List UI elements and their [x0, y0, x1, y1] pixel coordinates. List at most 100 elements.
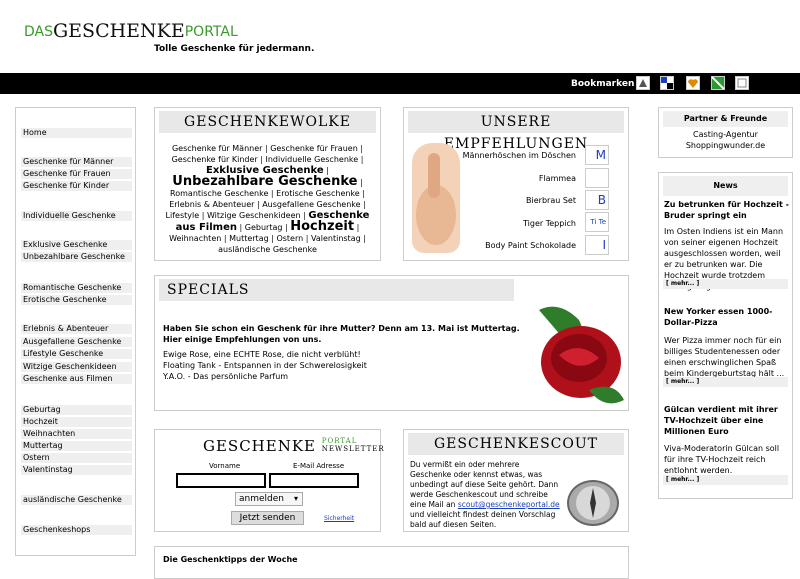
tag-muttertag[interactable]: Muttertag [229, 234, 269, 243]
security-link[interactable]: Sicherheit [324, 515, 354, 522]
product-thumbnail[interactable]: Ti Te [585, 212, 609, 232]
sidebar-item-erlebnis[interactable]: Erlebnis & Abenteuer [21, 324, 132, 334]
news-headline[interactable]: Gülcan verdient mit ihrer TV-Hochzeit üb… [664, 404, 790, 437]
site-logo[interactable]: DASGESCHENKEPORTAL [24, 20, 238, 42]
tag-erlebnis[interactable]: Erlebnis & Abenteuer [169, 200, 254, 209]
news-box: News Zu betrunken für Hochzeit - Bruder … [658, 172, 793, 499]
bookmark-service-5-icon[interactable] [735, 76, 749, 90]
tag-individuelle[interactable]: Individuelle Geschenke [265, 155, 358, 164]
weekly-tips-box: Die Geschenktipps der Woche [154, 546, 629, 579]
logo-das: DAS [24, 24, 53, 40]
product-thumbnail[interactable]: M [585, 145, 609, 165]
firstname-input[interactable] [176, 473, 266, 488]
email-input[interactable] [269, 473, 359, 488]
newsletter-title-newsletter: NEWSLETTER [321, 445, 385, 453]
sidebar-item-kinder[interactable]: Geschenke für Kinder [21, 181, 132, 191]
tag-kinder[interactable]: Geschenke für Kinder [172, 155, 258, 164]
recommendation-item[interactable]: Body Paint Schokolade [485, 241, 576, 250]
scout-box: GESCHENKESCOUT Du vermißt ein oder mehre… [403, 429, 629, 532]
tag-cloud: Geschenke für Männer | Geschenke für Fra… [165, 144, 370, 254]
tag-hochzeit[interactable]: Hochzeit [290, 219, 354, 234]
tag-ausgefallene[interactable]: Ausgefallene Geschenke [262, 200, 360, 209]
news-headline[interactable]: Zu betrunken für Hochzeit - Bruder sprin… [664, 199, 790, 221]
specials-question: Haben Sie schon ein Geschenk für ihre Mu… [163, 324, 520, 333]
tag-erotische[interactable]: Erotische Geschenke [276, 189, 360, 198]
sidebar-item-maenner[interactable]: Geschenke für Männer [21, 157, 132, 167]
sidebar-item-frauen[interactable]: Geschenke für Frauen [21, 169, 132, 179]
sidebar-item-auslaendische[interactable]: ausländische Geschenke [21, 495, 132, 505]
tag-lifestyle[interactable]: Lifestyle [166, 211, 200, 220]
tag-valentinstag[interactable]: Valentinstag [311, 234, 361, 243]
bookmark-service-4-icon[interactable] [711, 76, 725, 90]
send-button[interactable]: Jetzt senden [231, 511, 304, 525]
tag-witzige[interactable]: Witzige Geschenkideen [207, 211, 301, 220]
sidebar-item-ostern[interactable]: Ostern [21, 453, 132, 463]
sidebar-item-ausgefallene[interactable]: Ausgefallene Geschenke [21, 337, 132, 347]
news-more-link[interactable]: [ mehr... ] [663, 279, 788, 289]
specials-title: SPECIALS [159, 279, 514, 301]
partner-box: Partner & Freunde Casting-Agentur Shoppi… [658, 107, 793, 158]
sidebar-item-lifestyle[interactable]: Lifestyle Geschenke [21, 349, 132, 359]
rose-image [519, 300, 628, 410]
sidebar-item-filmen[interactable]: Geschenke aus Filmen [21, 374, 132, 384]
sidebar-item-witzige[interactable]: Witzige Geschenkideen [21, 362, 132, 372]
tag-romantische[interactable]: Romantische Geschenke [170, 189, 268, 198]
partner-link[interactable]: Shoppingwunder.de [659, 141, 792, 150]
recommendation-item[interactable]: Männerhöschen im Döschen [463, 151, 576, 160]
product-thumbnail[interactable]: I [585, 235, 609, 255]
recommendation-item[interactable]: Flammea [539, 174, 576, 183]
special-link[interactable]: Y.A.O. - Das persönliche Parfum [163, 372, 288, 381]
sidebar-item-geschenkeshops[interactable]: Geschenkeshops [21, 525, 132, 535]
nav-news-trends[interactable]: News / Trends [13, 79, 84, 89]
sidebar-item-romantische[interactable]: Romantische Geschenke [21, 283, 132, 293]
nav-kinonews[interactable]: Kinonews [93, 79, 142, 89]
scout-text-outro: und vielleicht findest deinen Vorschlag … [410, 510, 556, 529]
sidebar-item-erotische[interactable]: Erotische Geschenke [21, 295, 132, 305]
recommendation-item[interactable]: Tiger Teppich [523, 219, 576, 228]
sidebar-item-exklusive[interactable]: Exklusive Geschenke [21, 240, 132, 250]
top-navigation-bar: News / Trends Kinonews Bookmarken [0, 73, 800, 94]
bookmark-service-2-icon[interactable] [660, 76, 674, 90]
scout-title: GESCHENKESCOUT [408, 433, 624, 455]
recommendation-item[interactable]: Bierbrau Set [526, 196, 576, 205]
compass-image [567, 480, 619, 526]
sidebar-item-geburtag[interactable]: Geburtag [21, 405, 132, 415]
special-link[interactable]: Ewige Rose, eine ECHTE Rose, die nicht v… [163, 350, 361, 359]
partner-link[interactable]: Casting-Agentur [659, 130, 792, 139]
tagline: Tolle Geschenke für jedermann. [154, 44, 315, 54]
sidebar-item-home[interactable]: Home [21, 128, 132, 138]
tag-ostern[interactable]: Ostern [276, 234, 303, 243]
tag-frauen[interactable]: Geschenke für Frauen [270, 144, 358, 153]
tag-auslaendische[interactable]: ausländische Geschenke [218, 245, 317, 254]
scout-email-link[interactable]: scout@geschenkeportal.de [458, 500, 560, 509]
bookmark-service-1-icon[interactable] [636, 76, 650, 90]
scout-text: Du vermißt ein oder mehrere Geschenke od… [410, 460, 562, 530]
special-link[interactable]: Floating Tank - Entspannen in der Schwer… [163, 361, 367, 370]
email-label: E-Mail Adresse [293, 462, 345, 470]
product-thumbnail[interactable] [585, 168, 609, 188]
news-more-link[interactable]: [ mehr... ] [663, 377, 788, 387]
logo-geschenke: GESCHENKE [53, 20, 185, 42]
chevron-down-icon: ▾ [293, 494, 298, 503]
newsletter-box: GESCHENKE PORTAL NEWSLETTER Vorname E-Mai… [154, 429, 384, 532]
tag-unbezahlbare[interactable]: Unbezahlbare Geschenke [172, 174, 357, 189]
news-headline[interactable]: New Yorker essen 1000-Dollar-Pizza [664, 306, 790, 328]
bookmark-heart-icon[interactable] [686, 76, 700, 90]
sidebar: Home Geschenke für Männer Geschenke für … [15, 107, 136, 556]
sidebar-item-weihnachten[interactable]: Weihnachten [21, 429, 132, 439]
specials-box: SPECIALS Haben Sie schon ein Geschenk fü… [154, 275, 629, 411]
tag-geburtag[interactable]: Geburtag [245, 223, 283, 232]
tag-maenner[interactable]: Geschenke für Männer [172, 144, 262, 153]
tag-weihnachten[interactable]: Weihnachten [169, 234, 221, 243]
subscribe-select[interactable]: anmelden ▾ [235, 492, 303, 506]
sidebar-item-unbezahlbare[interactable]: Unbezahlbare Geschenke [21, 252, 132, 262]
weekly-tips-title: Die Geschenktipps der Woche [163, 555, 298, 564]
news-more-link[interactable]: [ mehr... ] [663, 475, 788, 485]
sidebar-item-hochzeit[interactable]: Hochzeit [21, 417, 132, 427]
recommendations-title: UNSERE EMPFEHLUNGEN [408, 111, 624, 152]
product-thumbnail[interactable]: B [585, 190, 609, 210]
specials-intro: Haben Sie schon ein Geschenk für ihre Mu… [163, 323, 520, 345]
sidebar-item-muttertag[interactable]: Muttertag [21, 441, 132, 451]
sidebar-item-individuelle[interactable]: Individuelle Geschenke [21, 211, 132, 221]
sidebar-item-valentinstag[interactable]: Valentinstag [21, 465, 132, 475]
